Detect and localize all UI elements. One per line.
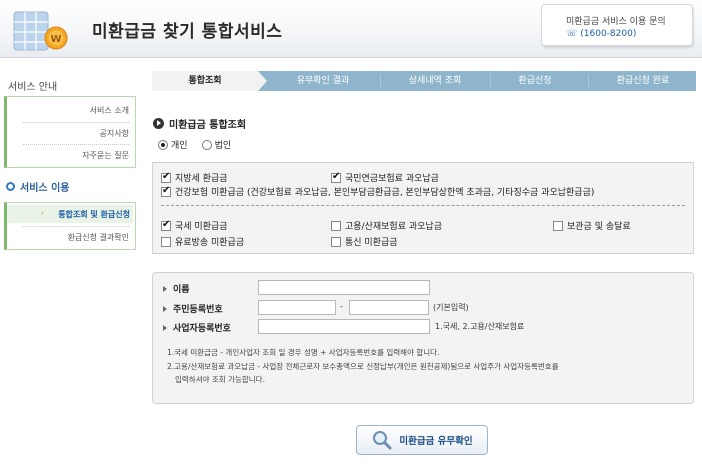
dashed-divider bbox=[161, 205, 685, 206]
step-complete: 환급신청 완료 bbox=[616, 76, 670, 86]
checkbox-local-tax[interactable]: 지방세 환급금 bbox=[161, 171, 228, 184]
section-title: 미환급금 통합조회 bbox=[153, 116, 246, 131]
step-detail: 상세내역 조회 bbox=[408, 76, 462, 86]
checkbox-label: 통신 미환급금 bbox=[345, 238, 398, 248]
sidebar-item-refund-result[interactable]: 환급신청 결과확인 bbox=[68, 232, 129, 243]
svg-text:W: W bbox=[50, 34, 61, 45]
checkbox-national-pension[interactable]: 국민연금보험료 과오납금 bbox=[331, 171, 439, 184]
checkbox-national-tax[interactable]: 국세 미환급금 bbox=[161, 219, 228, 232]
checkbox-checked-icon[interactable] bbox=[161, 219, 171, 231]
description-line: 입력하셔야 조회 가능합니다. bbox=[175, 375, 265, 384]
checkbox-checked-icon[interactable] bbox=[331, 171, 341, 183]
header: W 미환급금 찾기 통합서비스 미환급금 서비스 이용 문의 ☏ (1600-82… bbox=[0, 0, 702, 58]
checkbox-label: 유료방송 미환급금 bbox=[175, 238, 245, 248]
play-bullet-icon bbox=[153, 118, 164, 129]
checkbox-label: 국민연금보험료 과오납금 bbox=[345, 174, 439, 184]
radio-individual[interactable]: 개인 bbox=[158, 138, 188, 151]
progress-steps: 통합조회 유무확인 결과 상세내역 조회 환급신청 환급신청 완료 bbox=[152, 71, 696, 91]
triangle-bullet-icon bbox=[163, 324, 167, 331]
person-type-radios: 개인 법인 bbox=[158, 138, 245, 151]
sidebar: 서비스 안내 서비스 소개 공지사항 자주묻는 질문 서비스 이용 › 통합조회… bbox=[0, 58, 140, 468]
radio-selected-icon[interactable] bbox=[158, 139, 168, 150]
step-result: 유무확인 결과 bbox=[296, 76, 350, 86]
step-apply: 환급신청 bbox=[518, 76, 552, 86]
rrn-back-input[interactable] bbox=[349, 300, 429, 315]
checkbox-label: 고용/산재보험료 과오납금 bbox=[345, 222, 442, 232]
checkbox-label: 지방세 환급금 bbox=[175, 174, 228, 184]
brn-label: 사업자등록번호 bbox=[163, 321, 231, 334]
rrn-separator: - bbox=[340, 302, 343, 311]
phone-number: (1600-8200) bbox=[580, 29, 637, 39]
app-title: 미환급금 찾기 통합서비스 bbox=[92, 22, 283, 42]
sidebar-item-label: 통합조회 및 환급신청 bbox=[58, 210, 130, 219]
phone-icon: ☏ bbox=[566, 29, 578, 39]
name-label-text: 이름 bbox=[173, 285, 190, 295]
chevron-right-icon: › bbox=[41, 209, 44, 217]
checkbox-telecom[interactable]: 통신 미환급금 bbox=[331, 235, 398, 248]
checkbox-health-insurance[interactable]: 건강보험 미환급금 (건강보험료 과오납금, 본인부담금환급금, 본인부담상한액… bbox=[161, 185, 594, 198]
check-refund-button[interactable]: 미환급금 유무확인 bbox=[356, 425, 488, 455]
contact-box: 미환급금 서비스 이용 문의 ☏ (1600-8200) bbox=[541, 4, 693, 46]
checkbox-broadcasting-fee[interactable]: 유료방송 미환급금 bbox=[161, 235, 244, 248]
radio-unselected-icon[interactable] bbox=[201, 139, 212, 150]
description-line: 2.고용/산재보험료 과오납금 - 사업장 전체근로자 보수총액으로 신정납부(… bbox=[167, 362, 559, 371]
checkbox-employment-insurance[interactable]: 고용/산재보험료 과오납금 bbox=[331, 219, 442, 232]
sidebar-item-notice[interactable]: 공지사항 bbox=[100, 128, 129, 139]
radio-corporate[interactable]: 법인 bbox=[201, 138, 232, 151]
checkbox-unchecked-icon[interactable] bbox=[331, 236, 341, 247]
magnifier-icon bbox=[373, 431, 392, 450]
triangle-bullet-icon bbox=[163, 285, 167, 292]
brn-label-text: 사업자등록번호 bbox=[173, 324, 231, 334]
checkbox-checked-icon[interactable] bbox=[161, 185, 171, 197]
name-input[interactable] bbox=[258, 280, 430, 295]
section-title-text: 미환급금 통합조회 bbox=[169, 120, 247, 131]
contact-phone: ☏ (1600-8200) bbox=[566, 29, 636, 39]
circle-bullet-icon bbox=[6, 182, 15, 191]
sidebar-item-faq[interactable]: 자주묻는 질문 bbox=[82, 150, 129, 161]
sidebar-divider bbox=[23, 226, 129, 227]
checkbox-checked-icon[interactable] bbox=[161, 171, 171, 183]
checkbox-unchecked-icon[interactable] bbox=[161, 236, 171, 247]
triangle-bullet-icon bbox=[163, 305, 167, 312]
sidebar-section-service-guide: 서비스 안내 bbox=[8, 82, 58, 93]
brn-input[interactable] bbox=[258, 319, 430, 334]
radio-corporate-label: 법인 bbox=[214, 141, 232, 151]
checkbox-unchecked-icon[interactable] bbox=[553, 220, 563, 231]
rrn-front-input[interactable] bbox=[258, 300, 336, 315]
rrn-label: 주민등록번호 bbox=[163, 302, 223, 315]
check-refund-button-label: 미환급금 유무확인 bbox=[399, 436, 473, 447]
checkbox-unchecked-icon[interactable] bbox=[331, 220, 341, 231]
sidebar-item-service-intro[interactable]: 서비스 소개 bbox=[90, 105, 129, 116]
sidebar-section-label: 서비스 이용 bbox=[20, 183, 70, 194]
checkbox-label: 건강보험 미환급금 (건강보험료 과오납금, 본인부담금환급금, 본인부담상한액… bbox=[175, 188, 595, 198]
checkbox-label: 보관금 및 송달료 bbox=[567, 222, 631, 232]
step-separator bbox=[380, 74, 381, 88]
brn-note: 1.국세, 2.고용/산재보험료 bbox=[435, 322, 525, 331]
sidebar-divider bbox=[23, 144, 129, 145]
sidebar-divider bbox=[23, 122, 129, 123]
refund-type-panel: 지방세 환급금 국민연금보험료 과오납금 건강보험 미환급금 (건강보험료 과오… bbox=[152, 162, 694, 254]
sidebar-section-service-use: 서비스 이용 bbox=[6, 179, 69, 194]
contact-label: 미환급금 서비스 이용 문의 bbox=[566, 17, 666, 27]
sidebar-item-inquiry-refund[interactable]: › 통합조회 및 환급신청 bbox=[7, 205, 133, 223]
name-label: 이름 bbox=[163, 282, 190, 295]
step-separator bbox=[588, 74, 589, 88]
rrn-note: (기본입력) bbox=[433, 303, 469, 312]
checkbox-label: 국세 미환급금 bbox=[175, 222, 228, 232]
sidebar-guide-menu: 서비스 소개 공지사항 자주묻는 질문 bbox=[4, 96, 136, 168]
sidebar-use-menu: › 통합조회 및 환급신청 환급신청 결과확인 bbox=[4, 202, 136, 250]
rrn-label-text: 주민등록번호 bbox=[173, 305, 223, 315]
description-line: 1.국세 미환급금 - 개인사업자 조회 일 경우 성명 + 사업자등록번호를 … bbox=[167, 348, 440, 357]
checkbox-deposit-fee[interactable]: 보관금 및 송달료 bbox=[553, 219, 631, 232]
step-inquiry: 통합조회 bbox=[152, 71, 258, 91]
app-logo-icon: W bbox=[13, 11, 68, 51]
step-arrow bbox=[258, 71, 267, 91]
inquiry-form-panel: 이름 주민등록번호 - (기본입력) 사업자등록번호 1.국세, 2.고용/산재… bbox=[152, 272, 694, 404]
radio-individual-label: 개인 bbox=[171, 141, 188, 151]
